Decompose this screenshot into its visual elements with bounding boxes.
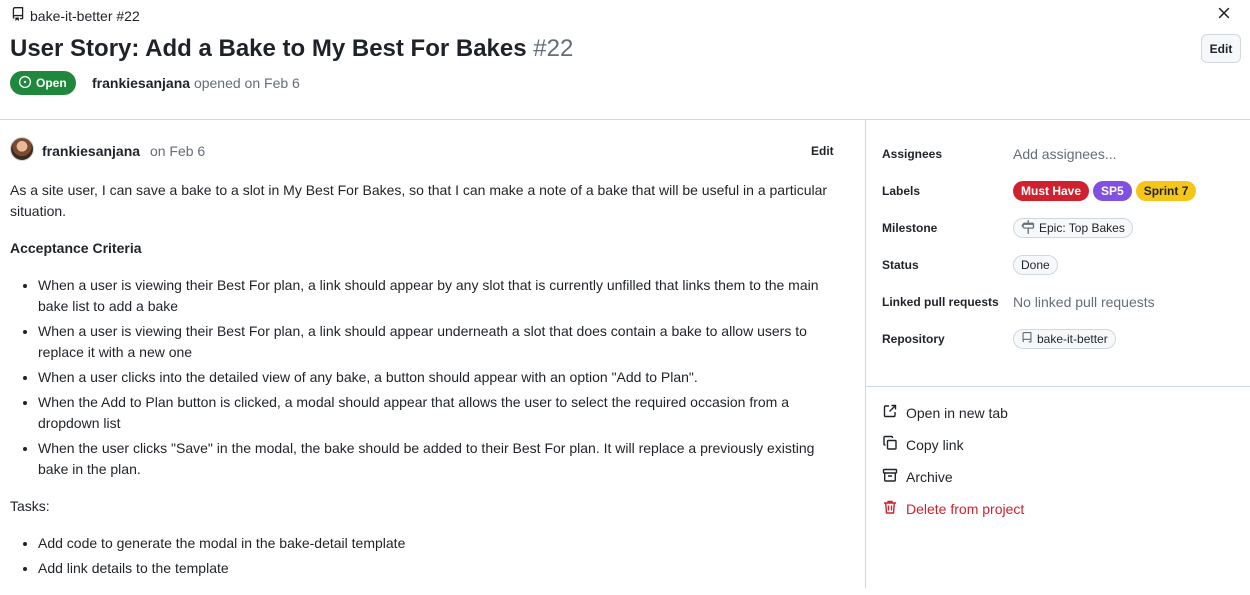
- criteria-heading: Acceptance Criteria: [10, 240, 142, 256]
- page-title: User Story: Add a Bake to My Best For Ba…: [10, 35, 573, 63]
- list-item: When the user clicks "Save" in the modal…: [38, 438, 830, 480]
- close-icon: [1217, 6, 1231, 25]
- breadcrumb-text: bake-it-better #22: [30, 7, 140, 24]
- open-new-tab-action[interactable]: Open in new tab: [882, 403, 1008, 422]
- repo-icon: [1021, 331, 1033, 347]
- linked-prs-field: Linked pull requests No linked pull requ…: [882, 290, 1155, 314]
- issue-header: bake-it-better #22 User Story: Add a Bak…: [0, 0, 1250, 120]
- open-new-tab-label: Open in new tab: [906, 404, 1008, 421]
- opened-line: frankiesanjana opened on Feb 6: [92, 75, 300, 91]
- breadcrumb[interactable]: bake-it-better #22: [11, 7, 140, 24]
- milestone-value-wrap: Epic: Top Bakes: [1013, 218, 1133, 238]
- external-link-icon: [882, 403, 898, 422]
- linked-prs-value: No linked pull requests: [1013, 294, 1155, 310]
- list-item: When a user clicks into the detailed vie…: [38, 367, 830, 388]
- list-item: When the Add to Plan button is clicked, …: [38, 392, 830, 434]
- copy-link-label: Copy link: [906, 436, 964, 453]
- copy-link-action[interactable]: Copy link: [882, 435, 964, 454]
- comment-date: on Feb 6: [149, 143, 206, 159]
- archive-label: Archive: [906, 468, 953, 485]
- status-field[interactable]: Status Done: [882, 253, 1058, 277]
- issue-title: User Story: Add a Bake to My Best For Ba…: [10, 35, 527, 62]
- labels-label: Labels: [882, 184, 921, 198]
- milestone-field[interactable]: Milestone Epic: Top Bakes: [882, 216, 1133, 240]
- linked-prs-label: Linked pull requests: [882, 295, 999, 309]
- close-button[interactable]: [1214, 5, 1234, 25]
- milestone-value: Epic: Top Bakes: [1039, 221, 1125, 235]
- intro-text: As a site user, I can save a bake to a s…: [10, 182, 828, 219]
- repository-value: bake-it-better: [1037, 332, 1108, 346]
- label-sprint-7[interactable]: Sprint 7: [1135, 181, 1197, 201]
- status-value-wrap: Done: [1013, 255, 1058, 275]
- list-item: Add code to generate the modal in the ba…: [38, 533, 830, 554]
- issue-number: #22: [533, 35, 574, 62]
- assignees-field[interactable]: Assignees Add assignees...: [882, 142, 1117, 166]
- status-label: Status: [882, 258, 919, 272]
- comment-body: As a site user, I can save a bake to a s…: [10, 180, 830, 595]
- milestone-icon: [1021, 219, 1035, 237]
- repository-token[interactable]: bake-it-better: [1013, 329, 1116, 349]
- delete-action[interactable]: Delete from project: [882, 499, 1024, 518]
- list-item: When a user is viewing their Best For pl…: [38, 321, 830, 363]
- repository-value-wrap: bake-it-better: [1013, 329, 1116, 349]
- avatar[interactable]: [10, 137, 34, 161]
- edit-comment-button[interactable]: Edit: [811, 144, 834, 158]
- delete-label: Delete from project: [906, 500, 1025, 517]
- label-sp5[interactable]: SP5: [1093, 181, 1132, 201]
- archive-action[interactable]: Archive: [882, 467, 953, 486]
- label-must-have[interactable]: Must Have: [1013, 181, 1090, 201]
- list-item: Add link details to the template: [38, 558, 830, 579]
- issue-body: frankiesanjana on Feb 6 Edit As a site u…: [0, 120, 866, 588]
- trash-icon: [882, 499, 898, 518]
- assignees-label: Assignees: [882, 147, 943, 161]
- milestone-token[interactable]: Epic: Top Bakes: [1013, 218, 1133, 238]
- status-badge-label: Open: [36, 76, 67, 90]
- comment-header: frankiesanjana on Feb 6: [42, 143, 205, 159]
- tasks-heading: Tasks:: [10, 498, 50, 514]
- repo-icon: [11, 7, 25, 24]
- milestone-label: Milestone: [882, 221, 938, 235]
- sidebar-divider: [866, 386, 1250, 387]
- tasks-list: Add code to generate the modal in the ba…: [38, 533, 830, 579]
- author-link[interactable]: frankiesanjana: [92, 75, 190, 91]
- labels-field[interactable]: Labels Must Have SP5 Sprint 7: [882, 179, 1197, 203]
- labels-value: Must Have SP5 Sprint 7: [1013, 181, 1197, 201]
- comment-author[interactable]: frankiesanjana: [42, 143, 140, 159]
- issue-sidebar: Assignees Add assignees... Labels Must H…: [866, 120, 1250, 588]
- opened-text: opened on Feb 6: [193, 75, 300, 91]
- issue-opened-icon: [18, 75, 32, 92]
- status-badge: Open: [10, 71, 76, 95]
- repository-label: Repository: [882, 332, 945, 346]
- copy-icon: [882, 435, 898, 454]
- status-token[interactable]: Done: [1013, 255, 1058, 275]
- list-item: When a user is viewing their Best For pl…: [38, 275, 830, 317]
- criteria-list: When a user is viewing their Best For pl…: [38, 275, 830, 480]
- archive-icon: [882, 467, 898, 486]
- assignees-value[interactable]: Add assignees...: [1013, 146, 1117, 162]
- edit-title-button[interactable]: Edit: [1201, 34, 1241, 63]
- repository-field[interactable]: Repository bake-it-better: [882, 327, 1116, 351]
